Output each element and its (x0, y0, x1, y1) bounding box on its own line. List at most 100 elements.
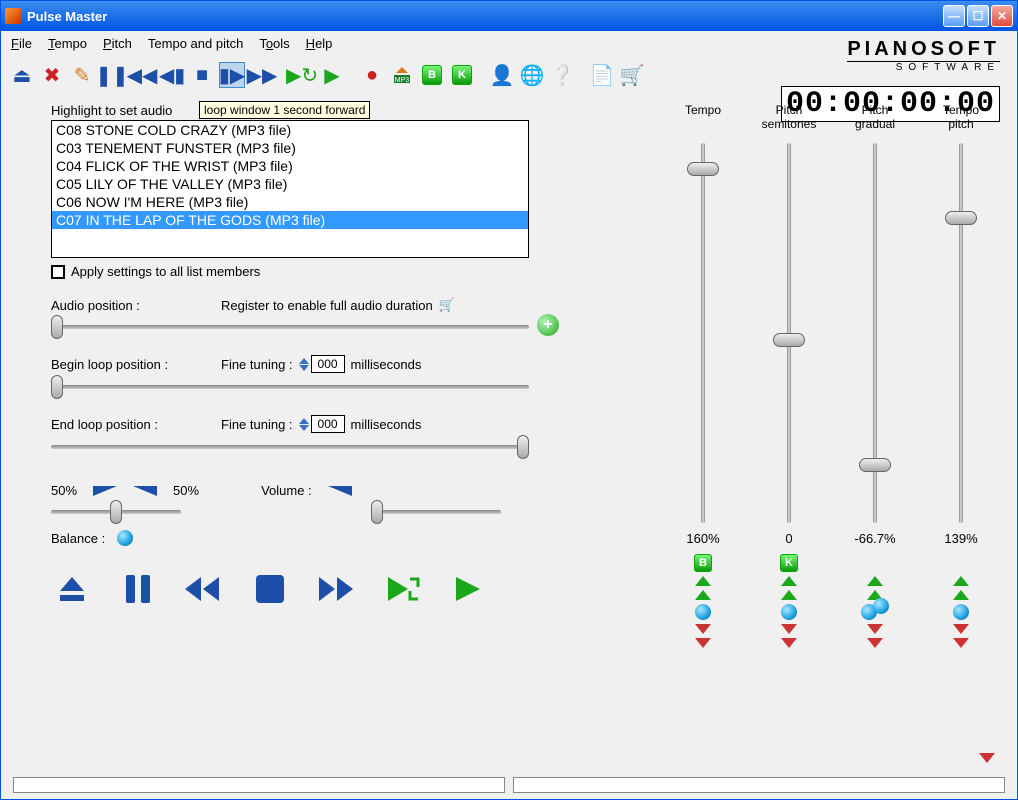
edit-icon[interactable]: ✎ (69, 62, 95, 88)
note-icon[interactable]: 📄 (589, 62, 615, 88)
globe-icon[interactable]: 🌐 (519, 62, 545, 88)
list-item[interactable]: C03 TENEMENT FUNSTER (MP3 file) (52, 139, 528, 157)
transport-play-loop[interactable] (381, 570, 423, 608)
track-listbox[interactable]: C08 STONE COLD CRAZY (MP3 file)C03 TENEM… (51, 120, 529, 258)
begin-fine-unit: milliseconds (351, 357, 422, 372)
pitch-semi-up2[interactable] (781, 590, 797, 600)
help-icon[interactable]: ❔ (549, 62, 575, 88)
ffwd-icon[interactable]: ▶▶ (249, 62, 275, 88)
app-icon (5, 8, 21, 24)
begin-fine-value[interactable]: 000 (311, 355, 345, 373)
transport-ffwd[interactable] (315, 570, 357, 608)
titlebar: Pulse Master — ☐ ✕ (1, 1, 1017, 31)
pitch-semi-slider[interactable] (780, 143, 798, 523)
pitch-semi-sphere-icon[interactable] (781, 604, 797, 620)
step-fwd-icon[interactable]: ▮▶ (219, 62, 245, 88)
tempo-up1[interactable] (695, 576, 711, 586)
list-item[interactable]: C05 LILY OF THE VALLEY (MP3 file) (52, 175, 528, 193)
tempo-down2[interactable] (695, 638, 711, 648)
tempo-pitch-up2[interactable] (953, 590, 969, 600)
menu-tempo[interactable]: Tempo (48, 36, 87, 51)
balance-label: Balance : (51, 531, 105, 546)
tempo-pitch-slider-label: Tempo pitch (929, 103, 993, 135)
tempo-down1[interactable] (695, 624, 711, 634)
pitch-semi-down2[interactable] (781, 638, 797, 648)
tempo-pitch-value: 139% (944, 531, 977, 546)
volume-slider[interactable] (371, 502, 501, 522)
audio-position-label: Audio position : (51, 298, 221, 313)
tempo-pitch-slider[interactable] (952, 143, 970, 523)
end-fine-up[interactable] (299, 418, 309, 424)
play-loop-icon[interactable]: ▶↻ (289, 62, 315, 88)
apply-all-checkbox[interactable] (51, 265, 65, 279)
volume-wedge-icon (328, 486, 352, 496)
pitch-grad-up1[interactable] (867, 576, 883, 586)
pitch-grad-sphere2-icon[interactable] (873, 598, 889, 614)
list-item[interactable]: C07 IN THE LAP OF THE GODS (MP3 file) (52, 211, 528, 229)
listbox-label: Highlight to set audio loop window 1 sec… (51, 103, 571, 118)
maximize-button[interactable]: ☐ (967, 5, 989, 27)
tooltip: loop window 1 second forward (199, 101, 370, 119)
user-icon[interactable]: 👤 (489, 62, 515, 88)
wedge-right-icon (133, 486, 157, 496)
cart-icon[interactable]: 🛒 (619, 62, 645, 88)
list-item[interactable]: C08 STONE COLD CRAZY (MP3 file) (52, 121, 528, 139)
stop-icon[interactable]: ■ (189, 62, 215, 88)
menu-tools[interactable]: Tools (259, 36, 289, 51)
begin-fine-down[interactable] (299, 365, 309, 371)
pitch-semi-down1[interactable] (781, 624, 797, 634)
play-icon[interactable]: ▶ (319, 62, 345, 88)
tempo-pitch-down2[interactable] (953, 638, 969, 648)
menu-file[interactable]: File (11, 36, 32, 51)
minimize-button[interactable]: — (943, 5, 965, 27)
tempo-pitch-sphere-icon[interactable] (953, 604, 969, 620)
eject-icon[interactable]: ⏏ (9, 62, 35, 88)
end-loop-slider[interactable] (51, 437, 529, 457)
end-fine-down[interactable] (299, 425, 309, 431)
pause-icon[interactable]: ❚❚ (99, 62, 125, 88)
tempo-slider[interactable] (694, 143, 712, 523)
k-marker-icon[interactable]: K (449, 62, 475, 88)
menu-pitch[interactable]: Pitch (103, 36, 132, 51)
balance-slider[interactable] (51, 502, 181, 522)
menu-tempo-and-pitch[interactable]: Tempo and pitch (148, 36, 243, 51)
transport-pause[interactable] (117, 570, 159, 608)
balance-left-pct: 50% (51, 483, 77, 498)
b-marker-icon[interactable]: B (419, 62, 445, 88)
step-back-icon[interactable]: ◀▮ (159, 62, 185, 88)
transport-eject[interactable] (51, 570, 93, 608)
tempo-pitch-up1[interactable] (953, 576, 969, 586)
pitch-semi-k-button[interactable]: K (780, 554, 798, 572)
tempo-b-button[interactable]: B (694, 554, 712, 572)
mp3-icon[interactable]: MP3 (389, 62, 415, 88)
pitch-semi-up1[interactable] (781, 576, 797, 586)
list-item[interactable]: C06 NOW I'M HERE (MP3 file) (52, 193, 528, 211)
add-icon[interactable]: + (537, 314, 559, 336)
audio-position-slider[interactable] (51, 317, 529, 337)
register-note: Register to enable full audio duration 🛒 (221, 297, 455, 313)
window-title: Pulse Master (27, 9, 943, 24)
transport-rewind[interactable] (183, 570, 225, 608)
delete-icon[interactable]: ✖ (39, 62, 65, 88)
pitch-grad-down2[interactable] (867, 638, 883, 648)
transport-play[interactable] (447, 570, 489, 608)
record-icon[interactable]: ● (359, 62, 385, 88)
apply-all-label: Apply settings to all list members (71, 264, 260, 279)
tempo-pitch-down1[interactable] (953, 624, 969, 634)
tempo-sphere-icon[interactable] (695, 604, 711, 620)
close-button[interactable]: ✕ (991, 5, 1013, 27)
list-item[interactable]: C04 FLICK OF THE WRIST (MP3 file) (52, 157, 528, 175)
begin-loop-label: Begin loop position : (51, 357, 221, 372)
menu-help[interactable]: Help (306, 36, 333, 51)
pitch-grad-slider[interactable] (866, 143, 884, 523)
cart-icon[interactable]: 🛒 (439, 297, 455, 313)
volume-label: Volume : (261, 483, 312, 498)
begin-loop-slider[interactable] (51, 377, 529, 397)
pitch-grad-down1[interactable] (867, 624, 883, 634)
corner-expand-icon[interactable] (979, 753, 995, 763)
end-fine-value[interactable]: 000 (311, 415, 345, 433)
begin-fine-up[interactable] (299, 358, 309, 364)
transport-stop[interactable] (249, 570, 291, 608)
tempo-up2[interactable] (695, 590, 711, 600)
rewind-icon[interactable]: ◀◀ (129, 62, 155, 88)
